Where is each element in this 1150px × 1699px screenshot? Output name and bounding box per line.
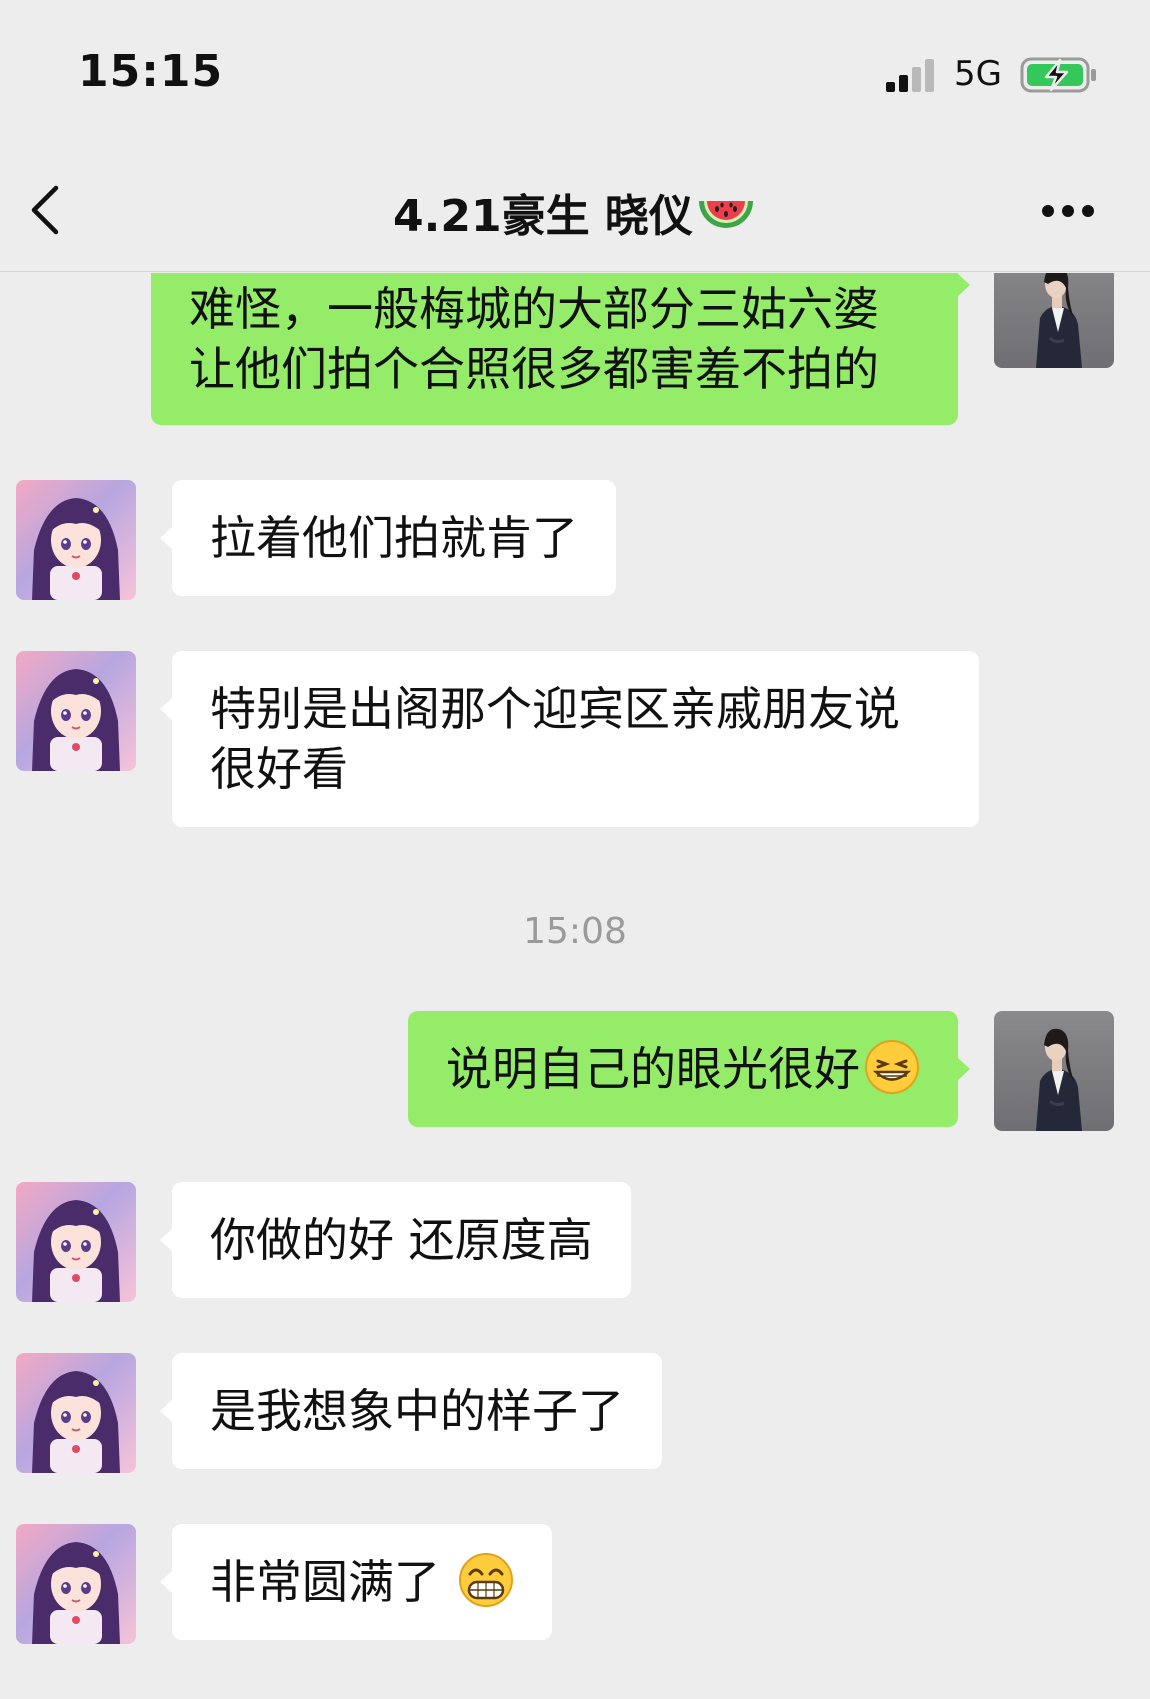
incoming-message[interactable]: 是我想象中的样子了 [160, 1353, 662, 1469]
chat-screen: 15:15 5G 4.21豪生 晓仪 难怪，一般梅城的大部分三姑六婆让他们拍个合… [0, 0, 1150, 1699]
contact-avatar-image [16, 1353, 136, 1473]
incoming-message[interactable]: 非常圆满了 [160, 1524, 552, 1640]
incoming-message[interactable]: 拉着他们拍就肯了 [160, 480, 616, 596]
network-type: 5G [954, 54, 1002, 94]
beaming-face-emoji-icon [459, 1553, 513, 1607]
grin-emoji-icon [865, 1040, 919, 1094]
chat-title: 4.21豪生 晓仪 [0, 180, 1150, 244]
message-text: 你做的好 还原度高 [210, 1213, 593, 1267]
chat-title-text: 4.21豪生 晓仪 [393, 191, 693, 242]
contact-avatar[interactable] [16, 651, 136, 771]
my-avatar-image [994, 1011, 1114, 1131]
message-text: 是我想象中的样子了 [210, 1384, 624, 1438]
my-avatar[interactable] [994, 273, 1114, 368]
contact-avatar-image [16, 1182, 136, 1302]
more-dots-icon[interactable] [1040, 196, 1096, 226]
watermelon-icon [698, 201, 753, 228]
outgoing-message[interactable]: 难怪，一般梅城的大部分三姑六婆让他们拍个合照很多都害羞不拍的 [151, 273, 970, 425]
message-text: 特别是出阁那个迎宾区亲戚朋友说很好看 [210, 682, 900, 796]
contact-avatar-image [16, 480, 136, 600]
message-text: 非常圆满了 [210, 1555, 440, 1609]
my-avatar[interactable] [994, 1011, 1114, 1131]
message-text: 难怪，一般梅城的大部分三姑六婆让他们拍个合照很多都害羞不拍的 [189, 282, 879, 396]
contact-avatar-image [16, 1524, 136, 1644]
contact-avatar[interactable] [16, 480, 136, 600]
contact-avatar[interactable] [16, 1524, 136, 1644]
contact-avatar[interactable] [16, 1353, 136, 1473]
battery-charging-icon [1020, 57, 1096, 93]
message-timestamp: 15:08 [523, 911, 627, 952]
message-text: 拉着他们拍就肯了 [210, 511, 578, 565]
contact-avatar-image [16, 651, 136, 771]
incoming-message[interactable]: 你做的好 还原度高 [160, 1182, 631, 1298]
message-text: 说明自己的眼光很好 [446, 1042, 860, 1096]
chat-header: 4.21豪生 晓仪 [0, 150, 1150, 272]
my-avatar-image [994, 273, 1114, 368]
signal-strength-icon [886, 58, 934, 92]
status-time: 15:15 [78, 46, 224, 97]
contact-avatar[interactable] [16, 1182, 136, 1302]
outgoing-message[interactable]: 说明自己的眼光很好 [408, 1011, 970, 1127]
status-bar: 15:15 5G [0, 0, 1150, 150]
message-list[interactable]: 难怪，一般梅城的大部分三姑六婆让他们拍个合照很多都害羞不拍的 拉着他们拍就肯了 … [0, 273, 1150, 1699]
incoming-message[interactable]: 特别是出阁那个迎宾区亲戚朋友说很好看 [160, 651, 979, 827]
